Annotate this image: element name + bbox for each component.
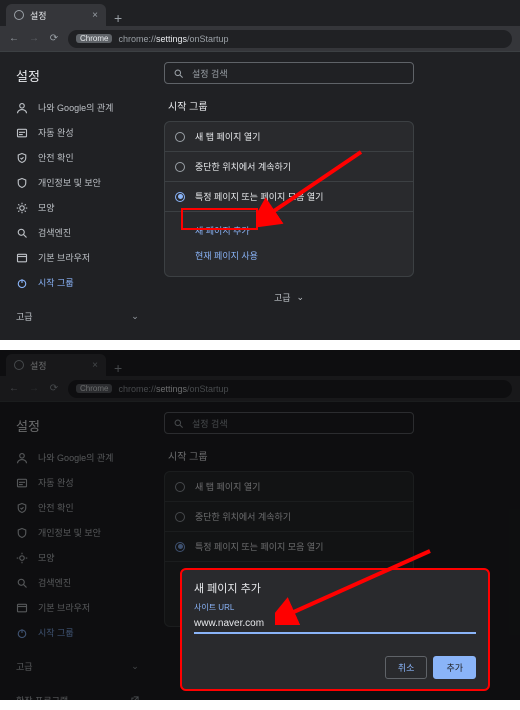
section-heading: 시작 그룹 — [168, 98, 502, 113]
search-icon — [173, 68, 184, 79]
option-new-tab[interactable]: 새 탭 페이지 열기 — [165, 122, 413, 152]
sidebar-item-you-and-google[interactable]: 나와 Google의 관계 — [4, 95, 150, 120]
sidebar-item-label: 안전 확인 — [38, 151, 74, 164]
safety-icon — [16, 152, 28, 164]
add-page-dialog: 새 페이지 추가 사이트 URL 취소 추가 — [180, 568, 490, 691]
url-scheme: chrome:// — [118, 34, 156, 44]
tab-title: 설정 — [30, 9, 47, 22]
option-label: 중단한 위치에서 계속하기 — [195, 160, 291, 173]
option-label: 특정 페이지 또는 페이지 모음 열기 — [195, 190, 323, 203]
main-content: 설정 검색 시작 그룹 새 탭 페이지 열기 중단한 위치에서 계속하기 특정 … — [156, 52, 520, 340]
toolbar: ← → ⟳ Chrome chrome://settings/onStartup — [0, 26, 520, 52]
radio-icon — [175, 162, 185, 172]
sidebar-item-label: 검색엔진 — [38, 226, 71, 239]
sidebar-item-search-engine[interactable]: 검색엔진 — [4, 220, 150, 245]
url-path: /onStartup — [187, 34, 229, 44]
back-icon[interactable]: ← — [8, 33, 20, 45]
url-field-label: 사이트 URL — [194, 602, 476, 613]
sidebar: 설정 나와 Google의 관계 자동 완성 안전 확인 개인정보 및 보안 모… — [0, 52, 156, 340]
power-icon — [16, 277, 28, 289]
browser-tab[interactable]: 설정 × — [6, 4, 106, 26]
option-continue[interactable]: 중단한 위치에서 계속하기 — [165, 152, 413, 182]
shield-icon — [16, 177, 28, 189]
page-title: 설정 — [4, 62, 150, 95]
default-browser-icon — [16, 252, 28, 264]
sidebar-group-label: 고급 — [16, 310, 33, 323]
radio-selected-icon — [175, 192, 185, 202]
annotation-highlight-box — [181, 208, 258, 230]
chevron-down-icon: ⌄ — [297, 292, 305, 303]
radio-icon — [175, 132, 185, 142]
appearance-icon — [16, 202, 28, 214]
sidebar-item-appearance[interactable]: 모양 — [4, 195, 150, 220]
sidebar-item-label: 개인정보 및 보안 — [38, 176, 101, 189]
dialog-title: 새 페이지 추가 — [194, 580, 476, 596]
sidebar-item-default-browser[interactable]: 기본 브라우저 — [4, 245, 150, 270]
url-host: settings — [156, 34, 187, 44]
close-icon[interactable]: × — [92, 10, 98, 21]
add-button[interactable]: 추가 — [433, 656, 476, 679]
url-input[interactable] — [194, 615, 476, 634]
sidebar-item-label: 기본 브라우저 — [38, 251, 90, 264]
advanced-label: 고급 — [274, 291, 291, 304]
sidebar-group-advanced[interactable]: 고급 ⌄ — [4, 303, 150, 329]
search-placeholder: 설정 검색 — [192, 67, 228, 80]
sidebar-item-label: 모양 — [38, 201, 55, 214]
search-icon — [16, 227, 28, 239]
gear-icon — [14, 10, 24, 20]
sidebar-item-label: 자동 완성 — [38, 126, 74, 139]
tab-strip: 설정 × + — [0, 0, 520, 26]
option-label: 새 탭 페이지 열기 — [195, 130, 260, 143]
sidebar-item-privacy[interactable]: 개인정보 및 보안 — [4, 170, 150, 195]
user-icon — [16, 102, 28, 114]
forward-icon[interactable]: → — [28, 33, 40, 45]
sidebar-item-autofill[interactable]: 자동 완성 — [4, 120, 150, 145]
sidebar-item-extensions[interactable]: 확장 프로그램 — [4, 337, 150, 340]
autofill-icon — [16, 127, 28, 139]
chevron-down-icon: ⌄ — [128, 309, 142, 323]
reload-icon[interactable]: ⟳ — [48, 33, 60, 45]
settings-search[interactable]: 설정 검색 — [164, 62, 414, 84]
use-current-pages-link[interactable]: 현재 페이지 사용 — [195, 243, 403, 268]
on-startup-card: 새 탭 페이지 열기 중단한 위치에서 계속하기 특정 페이지 또는 페이지 모… — [164, 121, 414, 277]
sidebar-item-label: 시작 그룹 — [38, 276, 74, 289]
chrome-chip: Chrome — [76, 34, 112, 43]
sidebar-item-label: 나와 Google의 관계 — [38, 101, 113, 114]
sidebar-item-safety-check[interactable]: 안전 확인 — [4, 145, 150, 170]
new-tab-button[interactable]: + — [106, 10, 130, 26]
address-bar[interactable]: Chrome chrome://settings/onStartup — [68, 30, 512, 48]
sidebar-item-on-startup[interactable]: 시작 그룹 — [4, 270, 150, 295]
advanced-toggle[interactable]: 고급 ⌄ — [164, 291, 414, 304]
cancel-button[interactable]: 취소 — [385, 656, 428, 679]
